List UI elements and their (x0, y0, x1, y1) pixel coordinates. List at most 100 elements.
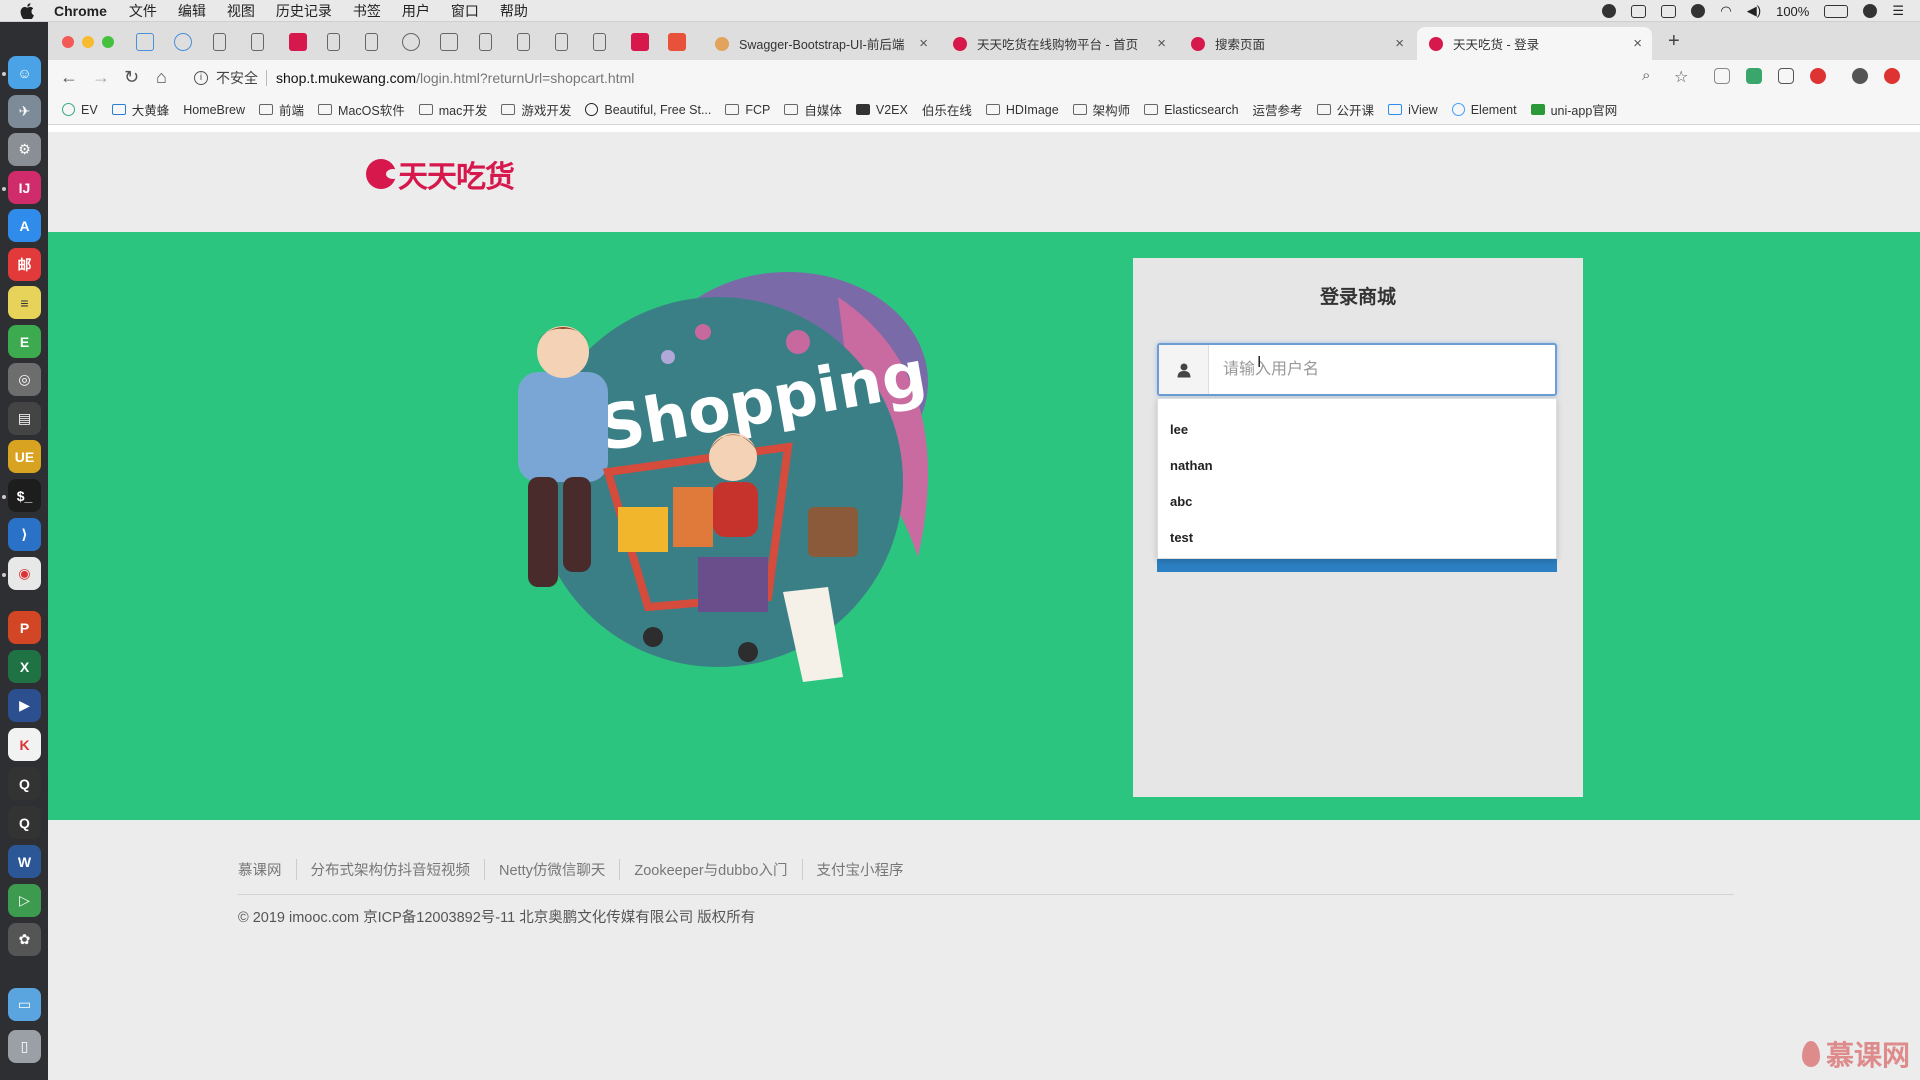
tab-swagger[interactable]: Swagger-Bootstrap-UI-前后端 × (703, 27, 938, 60)
bookmark-uniapp[interactable]: uni-app官网 (1530, 100, 1617, 119)
bookmark-folder-hdimage[interactable]: HDImage (985, 103, 1059, 117)
tab-search-page[interactable]: 搜索页面 × (1179, 27, 1414, 60)
close-tab-icon[interactable]: × (1395, 35, 1404, 52)
chrome-icon[interactable]: ◉ (8, 557, 41, 590)
pinned-tab-page-icon[interactable] (593, 33, 606, 51)
evernote-icon[interactable]: E (8, 325, 41, 358)
window-zoom-button[interactable] (102, 36, 114, 48)
pinned-tab-page-icon[interactable] (517, 33, 530, 51)
bookmark-folder-architect[interactable]: 架构师 (1072, 100, 1130, 119)
menu-window[interactable]: 窗口 (451, 1, 479, 21)
menu-view[interactable]: 视图 (227, 1, 255, 21)
footer-link-alipay-course[interactable]: 支付宝小程序 (801, 859, 918, 880)
bookmark-folder-mac-dev[interactable]: mac开发 (418, 100, 487, 119)
footer-link-douyin-course[interactable]: 分布式架构仿抖音短视频 (295, 859, 485, 880)
input-source-icon[interactable] (1863, 4, 1878, 18)
reload-button[interactable]: ↻ (124, 67, 139, 88)
photo-editor-icon[interactable]: ◎ (8, 363, 41, 396)
downloads-folder-icon[interactable]: ▭ (8, 988, 41, 1021)
footer-link-netty-course[interactable]: Netty仿微信聊天 (484, 859, 619, 880)
notification-bell-icon[interactable] (1602, 4, 1617, 18)
vscode-icon[interactable]: ⟩ (8, 518, 41, 551)
pinned-tab-translate-icon[interactable] (402, 33, 420, 51)
qq-icon[interactable]: Q (8, 767, 41, 800)
menu-edit[interactable]: 编辑 (178, 1, 206, 21)
control-center-icon[interactable]: ☰ (1892, 3, 1904, 19)
quicktime-icon[interactable]: ▶ (8, 689, 41, 722)
bookmark-beautiful-free-stock[interactable]: Beautiful, Free St... (585, 103, 711, 117)
adblock-plus-extension-icon[interactable] (1810, 68, 1826, 84)
pinned-tab-icon[interactable] (174, 33, 192, 51)
bookmark-v2ex[interactable]: V2EX (855, 103, 908, 117)
tab-foodie-login[interactable]: 天天吃货 - 登录 × (1417, 27, 1652, 60)
bookmark-folder-frontend[interactable]: 前端 (259, 100, 304, 119)
bookmark-folder-macos-software[interactable]: MacOS软件 (318, 100, 405, 119)
bookmark-operations-reference[interactable]: 运营参考 (48, 100, 1303, 145)
info-icon[interactable]: i (194, 70, 208, 85)
forward-button[interactable]: → (92, 67, 110, 88)
privacy-badger-extension-icon[interactable] (1714, 68, 1730, 84)
window-minimize-button[interactable] (82, 36, 94, 48)
autocomplete-option[interactable]: nathan (1158, 447, 1556, 483)
new-tab-button[interactable]: + (1668, 30, 1680, 53)
excel-icon[interactable]: X (8, 650, 41, 683)
stickies-icon[interactable]: ≡ (8, 286, 41, 319)
tab-foodie-home[interactable]: 天天吃货在线购物平台 - 首页 × (941, 27, 1176, 60)
pinned-tab-imooc-icon[interactable] (289, 33, 307, 51)
pinned-tab-page-icon[interactable] (327, 33, 340, 51)
autocomplete-option[interactable]: test (1158, 519, 1556, 555)
menu-file[interactable]: 文件 (129, 1, 157, 21)
powerpoint-icon[interactable]: P (8, 611, 41, 644)
back-button[interactable]: ← (60, 67, 78, 88)
autocomplete-option[interactable]: abc (1158, 483, 1556, 519)
battery-icon[interactable] (1824, 4, 1849, 18)
close-tab-icon[interactable]: × (1157, 35, 1166, 52)
trash-icon[interactable]: ▯ (8, 1030, 41, 1063)
keynote-icon[interactable]: K (8, 728, 41, 761)
terminal-icon[interactable]: $_ (8, 479, 41, 512)
home-button[interactable]: ⌂ (156, 67, 167, 88)
ultraedit-icon[interactable]: UE (8, 440, 41, 473)
extension-icon[interactable] (1778, 68, 1794, 84)
volume-icon[interactable]: ◀︎) (1747, 3, 1761, 19)
bluetooth-icon[interactable] (1691, 4, 1706, 18)
bookmark-dahuangfeng[interactable]: 大黄蜂 (111, 100, 169, 119)
photos-icon[interactable]: ✿ (8, 923, 41, 956)
pinned-tab-page-icon[interactable] (555, 33, 568, 51)
footer-link-imooc[interactable]: 慕课网 (238, 859, 296, 880)
menu-history[interactable]: 历史记录 (276, 1, 332, 21)
pinned-tab-extension-icon[interactable] (440, 33, 458, 51)
mail-master-icon[interactable]: 邮 (8, 248, 41, 281)
pinned-tab-imooc-icon[interactable] (631, 33, 649, 51)
apple-icon[interactable] (20, 2, 34, 19)
bookmark-folder-fcp[interactable]: FCP (725, 103, 770, 117)
profile-avatar-icon[interactable] (1852, 68, 1868, 84)
menu-people[interactable]: 用户 (402, 1, 430, 21)
security-label[interactable]: 不安全 (216, 68, 258, 88)
qq-second-icon[interactable]: Q (8, 806, 41, 839)
username-field[interactable] (1157, 343, 1557, 396)
launchpad-icon[interactable]: ✈ (8, 95, 41, 128)
bookmark-iview[interactable]: iView (1388, 103, 1438, 117)
wifi-icon[interactable]: ◠ (1720, 3, 1731, 19)
calendar-icon[interactable] (1661, 4, 1677, 18)
bookmark-folder-game-dev[interactable]: 游戏开发 (501, 100, 571, 119)
address-bar[interactable]: i 不安全 shop.t.mukewang.com/login.html?ret… (194, 64, 1754, 91)
bookmark-folder-self-media[interactable]: 自媒体 (784, 100, 842, 119)
pinned-tab-page-icon[interactable] (213, 33, 226, 51)
bookmark-folder-elasticsearch[interactable]: Elasticsearch (1144, 103, 1239, 117)
finder-icon[interactable]: ☺ (8, 56, 41, 89)
word-icon[interactable]: W (8, 845, 41, 878)
autocomplete-option[interactable]: lee (1158, 411, 1556, 447)
bookmark-homebrew[interactable]: HomeBrew (48, 103, 245, 145)
site-logo[interactable]: 天天吃货 (366, 152, 515, 196)
bookmark-star-icon[interactable]: ☆ (1674, 67, 1688, 87)
app-grid-icon[interactable] (1631, 4, 1647, 18)
zoom-icon[interactable]: ⌕ (1642, 67, 1650, 84)
bookmark-element[interactable]: Element (1451, 103, 1517, 117)
bookmark-ev[interactable]: EV (62, 103, 98, 117)
activity-monitor-icon[interactable]: ▤ (8, 402, 41, 435)
system-preferences-icon[interactable]: ⚙ (8, 133, 41, 166)
pinned-tab-page-icon[interactable] (365, 33, 378, 51)
bookmark-jobbole[interactable]: 伯乐在线 (48, 100, 972, 145)
